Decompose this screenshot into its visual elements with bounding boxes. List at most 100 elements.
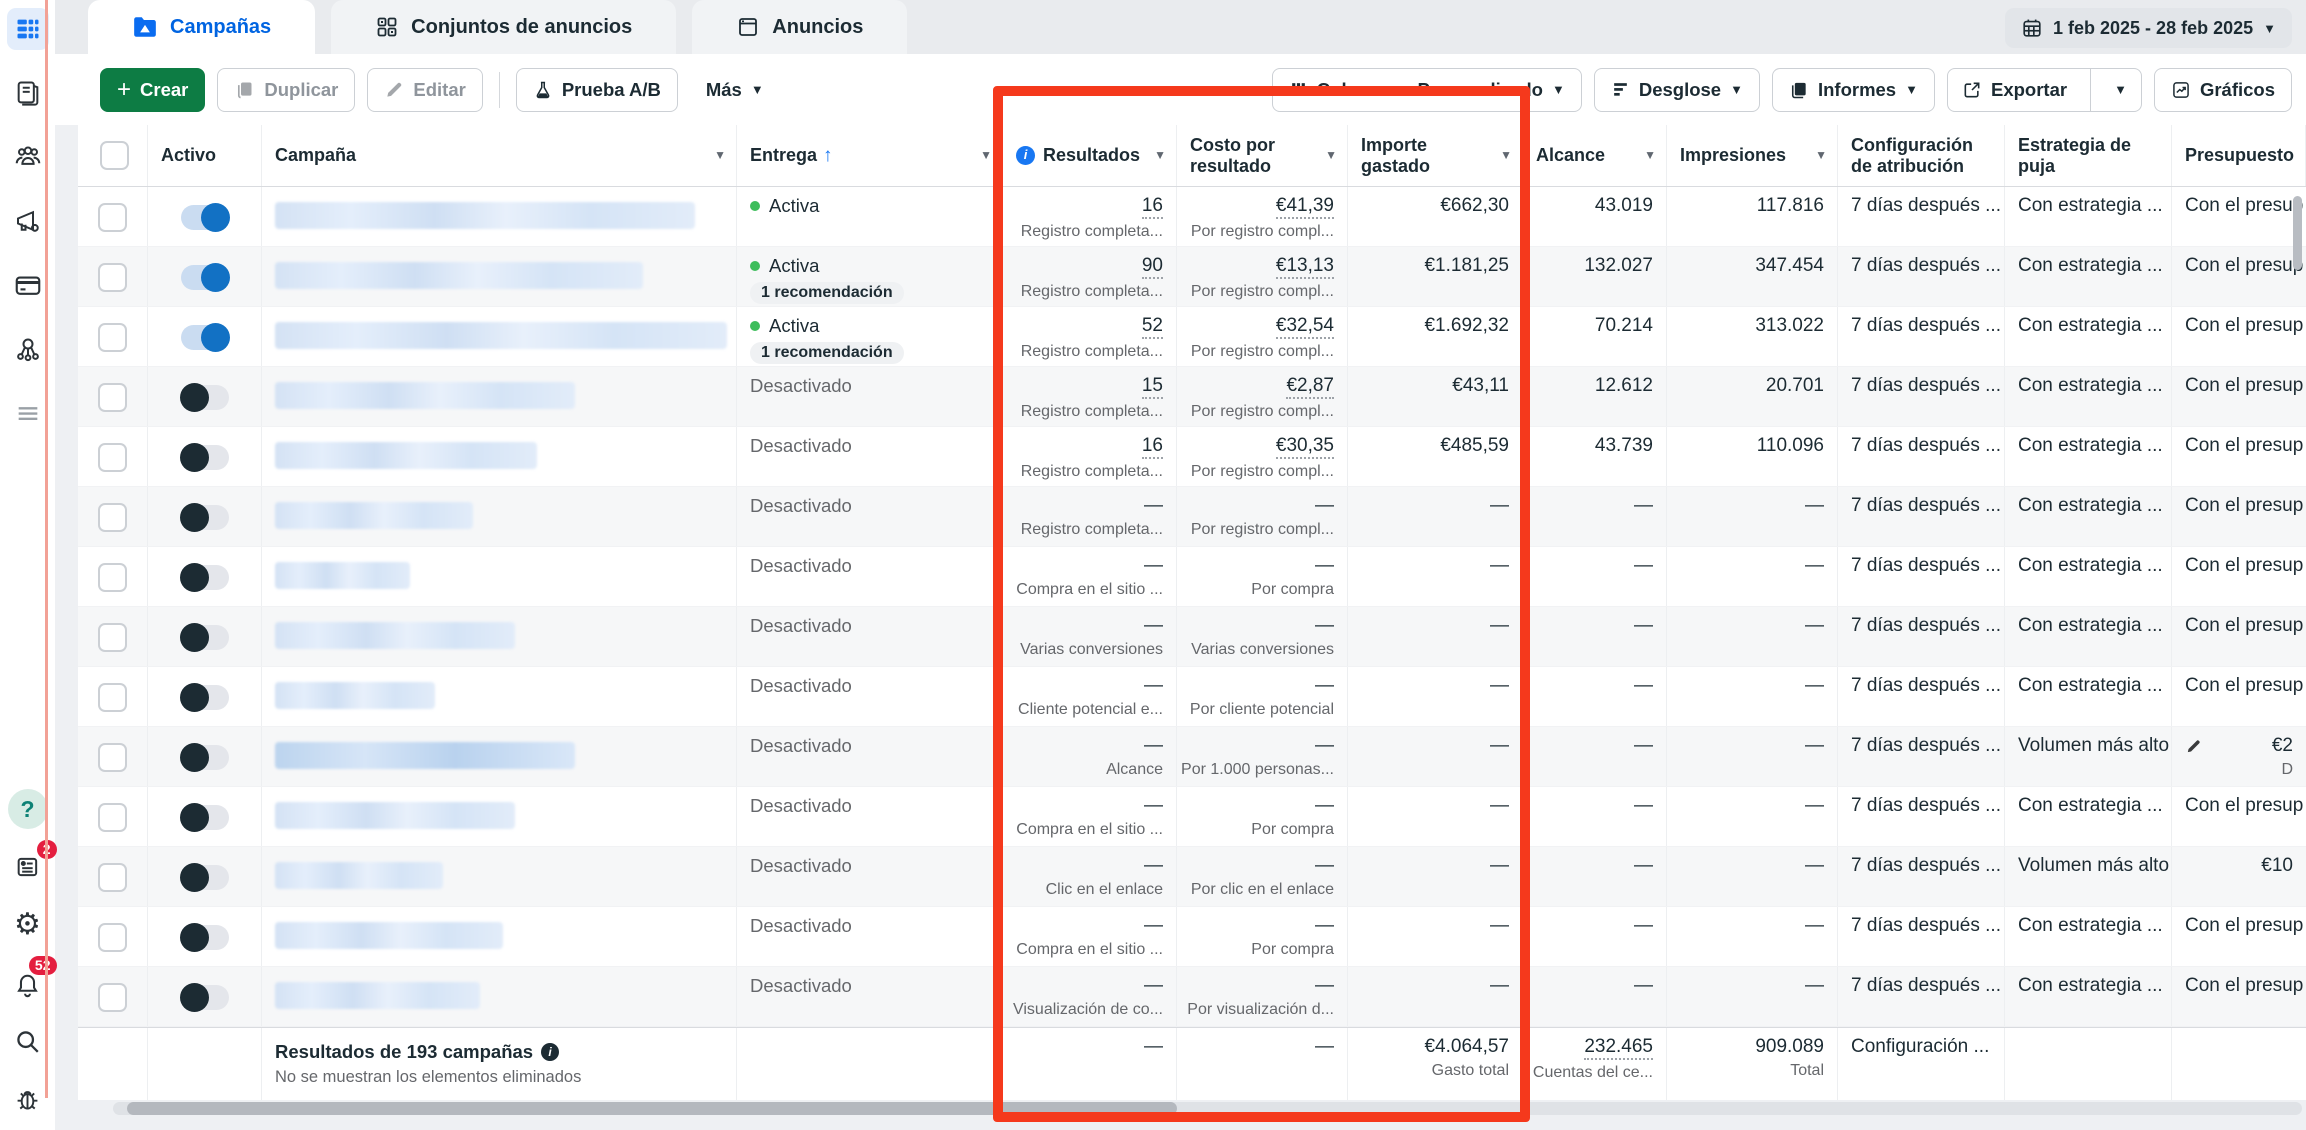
- active-toggle[interactable]: [181, 205, 229, 230]
- active-toggle[interactable]: [181, 565, 229, 590]
- table-row[interactable]: Desactivado —Clic en el enlace —Por clic…: [78, 847, 2306, 907]
- recommendation-badge[interactable]: 1 recomendación: [750, 342, 904, 364]
- ab-test-button[interactable]: Prueba A/B: [516, 68, 678, 112]
- help-icon[interactable]: ?: [7, 788, 49, 830]
- header-entrega[interactable]: Entrega↑▼: [737, 125, 1003, 186]
- more-button[interactable]: Más ▼: [690, 68, 780, 112]
- active-toggle[interactable]: [181, 865, 229, 890]
- campaigns-grid-icon[interactable]: [7, 8, 49, 50]
- tab-campaigns[interactable]: Campañas: [88, 0, 315, 54]
- row-campaign-cell[interactable]: [262, 427, 737, 486]
- row-checkbox[interactable]: [98, 683, 127, 712]
- active-toggle[interactable]: [181, 625, 229, 650]
- horizontal-scrollbar[interactable]: [113, 1102, 2302, 1115]
- active-toggle[interactable]: [181, 925, 229, 950]
- create-button[interactable]: + Crear: [100, 68, 205, 112]
- export-main[interactable]: Exportar: [1948, 69, 2081, 111]
- recommendation-badge[interactable]: 1 recomendación: [750, 282, 904, 304]
- active-toggle[interactable]: [181, 685, 229, 710]
- header-costo[interactable]: Costo por resultado▼: [1177, 125, 1348, 186]
- pages-icon[interactable]: [7, 72, 49, 114]
- duplicate-button[interactable]: Duplicar: [217, 68, 355, 112]
- row-campaign-cell[interactable]: [262, 907, 737, 966]
- active-toggle[interactable]: [181, 745, 229, 770]
- row-checkbox[interactable]: [98, 443, 127, 472]
- tab-ads[interactable]: Anuncios: [692, 0, 907, 54]
- table-row[interactable]: Desactivado —Visualización de co... —Por…: [78, 967, 2306, 1027]
- breakdown-button[interactable]: Desglose ▼: [1594, 68, 1760, 112]
- events-network-icon[interactable]: [7, 328, 49, 370]
- row-checkbox[interactable]: [98, 383, 127, 412]
- budget-edit-icon[interactable]: [2185, 738, 2202, 755]
- table-row[interactable]: Activa 1 recomendación 90Registro comple…: [78, 247, 2306, 307]
- row-checkbox[interactable]: [98, 563, 127, 592]
- updates-icon[interactable]: 2: [7, 846, 49, 888]
- row-checkbox[interactable]: [98, 323, 127, 352]
- date-range-picker[interactable]: 1 feb 2025 - 28 feb 2025 ▼: [2005, 8, 2292, 48]
- row-checkbox[interactable]: [98, 743, 127, 772]
- header-importe[interactable]: Importe gastado▼: [1348, 125, 1523, 186]
- table-row[interactable]: Activa 16Registro completa... €41,39Por …: [78, 187, 2306, 247]
- table-row[interactable]: Desactivado —Cliente potencial e... —Por…: [78, 667, 2306, 727]
- megaphone-settings-icon[interactable]: [7, 200, 49, 242]
- active-toggle[interactable]: [181, 325, 229, 350]
- bug-report-icon[interactable]: [7, 1078, 49, 1120]
- table-row[interactable]: Desactivado —Registro completa... —Por r…: [78, 487, 2306, 547]
- active-toggle[interactable]: [181, 445, 229, 470]
- header-campana[interactable]: Campaña▼: [262, 125, 737, 186]
- horizontal-scrollbar-thumb[interactable]: [127, 1102, 1177, 1115]
- row-checkbox[interactable]: [98, 983, 127, 1012]
- billing-card-icon[interactable]: [7, 264, 49, 306]
- row-campaign-cell[interactable]: [262, 187, 737, 246]
- export-dropdown[interactable]: ▼: [2100, 69, 2141, 111]
- row-campaign-cell[interactable]: [262, 247, 737, 306]
- active-toggle[interactable]: [181, 805, 229, 830]
- row-checkbox[interactable]: [98, 863, 127, 892]
- row-campaign-cell[interactable]: [262, 367, 737, 426]
- settings-gear-icon[interactable]: ⚙: [7, 904, 49, 946]
- tab-adsets[interactable]: Conjuntos de anuncios: [331, 0, 676, 54]
- table-row[interactable]: Desactivado —Compra en el sitio ... —Por…: [78, 907, 2306, 967]
- vertical-scrollbar-thumb[interactable]: [2293, 196, 2302, 270]
- header-presupuesto[interactable]: Presupuesto: [2172, 125, 2306, 186]
- row-campaign-cell[interactable]: [262, 607, 737, 666]
- search-icon[interactable]: [7, 1020, 49, 1062]
- header-impresiones[interactable]: Impresiones▼: [1667, 125, 1838, 186]
- select-all-checkbox[interactable]: [100, 141, 129, 170]
- menu-lines-icon[interactable]: [7, 392, 49, 434]
- table-row[interactable]: Desactivado —Compra en el sitio ... —Por…: [78, 547, 2306, 607]
- row-campaign-cell[interactable]: [262, 967, 737, 1026]
- audiences-icon[interactable]: [7, 136, 49, 178]
- active-toggle[interactable]: [181, 985, 229, 1010]
- table-row[interactable]: Desactivado —Alcance —Por 1.000 personas…: [78, 727, 2306, 787]
- row-checkbox[interactable]: [98, 923, 127, 952]
- row-checkbox[interactable]: [98, 263, 127, 292]
- header-alcance[interactable]: Alcance▼: [1523, 125, 1667, 186]
- row-campaign-cell[interactable]: [262, 787, 737, 846]
- header-configuracion[interactable]: Configuración de atribución: [1838, 125, 2005, 186]
- active-toggle[interactable]: [181, 385, 229, 410]
- row-campaign-cell[interactable]: [262, 727, 737, 786]
- columns-button[interactable]: Columnas: Personalizado ▼: [1272, 68, 1582, 112]
- table-row[interactable]: Desactivado —Varias conversiones —Varias…: [78, 607, 2306, 667]
- row-campaign-cell[interactable]: [262, 667, 737, 726]
- table-row[interactable]: Activa 1 recomendación 52Registro comple…: [78, 307, 2306, 367]
- header-estrategia[interactable]: Estrategia de puja: [2005, 125, 2172, 186]
- row-campaign-cell[interactable]: [262, 547, 737, 606]
- row-checkbox[interactable]: [98, 623, 127, 652]
- row-checkbox[interactable]: [98, 803, 127, 832]
- header-resultados[interactable]: iResultados▼: [1003, 125, 1177, 186]
- info-icon[interactable]: i: [541, 1043, 559, 1061]
- header-select-all[interactable]: [78, 125, 148, 186]
- charts-button[interactable]: Gráficos: [2154, 68, 2292, 112]
- table-row[interactable]: Desactivado 15Registro completa... €2,87…: [78, 367, 2306, 427]
- row-campaign-cell[interactable]: [262, 487, 737, 546]
- active-toggle[interactable]: [181, 265, 229, 290]
- info-icon[interactable]: i: [1016, 146, 1035, 165]
- table-row[interactable]: Desactivado 16Registro completa... €30,3…: [78, 427, 2306, 487]
- edit-button[interactable]: Editar: [367, 68, 482, 112]
- row-campaign-cell[interactable]: [262, 307, 737, 366]
- row-checkbox[interactable]: [98, 503, 127, 532]
- table-row[interactable]: Desactivado —Compra en el sitio ... —Por…: [78, 787, 2306, 847]
- reports-button[interactable]: Informes ▼: [1772, 68, 1935, 112]
